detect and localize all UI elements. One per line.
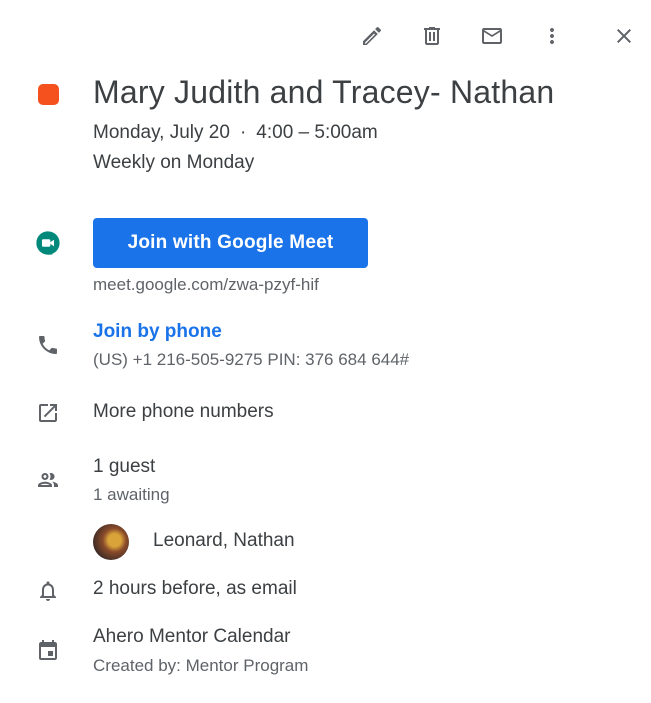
calendar-name: Ahero Mentor Calendar	[93, 626, 291, 647]
event-title: Mary Judith and Tracey- Nathan	[93, 74, 555, 110]
event-datetime: Monday, July 20 · 4:00 – 5:00am	[93, 122, 378, 144]
close-button[interactable]	[604, 16, 644, 56]
bell-icon	[34, 577, 62, 605]
guest-count: 1 guest	[93, 456, 156, 477]
phone-details: (US) +1 216-505-9275 PIN: 376 684 644#	[93, 350, 410, 369]
people-icon	[34, 466, 62, 494]
calendar-created-by: Created by: Mentor Program	[93, 656, 309, 675]
meet-link[interactable]: meet.google.com/zwa-pzyf-hif	[93, 275, 319, 295]
join-google-meet-button[interactable]: Join with Google Meet	[93, 218, 368, 268]
reminder-text: 2 hours before, as email	[93, 578, 297, 599]
google-meet-icon	[34, 229, 62, 257]
avatar	[93, 524, 129, 560]
guest-awaiting: 1 awaiting	[93, 485, 170, 504]
event-time: 4:00 – 5:00am	[256, 122, 378, 143]
email-guests-button[interactable]	[472, 16, 512, 56]
guest-list-item[interactable]: Leonard, Nathan	[153, 530, 295, 552]
calendar-icon	[34, 637, 62, 665]
join-by-phone-link[interactable]: Join by phone	[93, 321, 222, 343]
event-recurrence: Weekly on Monday	[93, 152, 255, 173]
mail-icon	[482, 28, 502, 44]
event-date: Monday, July 20	[93, 122, 230, 143]
event-toolbar	[0, 0, 651, 72]
more-phone-numbers-link[interactable]: More phone numbers	[93, 401, 274, 423]
pencil-icon	[363, 26, 382, 45]
trash-icon	[424, 27, 440, 45]
datetime-separator: ·	[239, 122, 247, 143]
calendar-color-chip	[38, 84, 59, 105]
edit-button[interactable]	[352, 16, 392, 56]
delete-button[interactable]	[412, 16, 452, 56]
phone-icon	[34, 331, 62, 359]
open-in-new-icon	[34, 399, 62, 427]
more-options-button[interactable]	[532, 16, 572, 56]
close-icon	[617, 29, 631, 43]
more-vert-icon	[550, 28, 554, 44]
